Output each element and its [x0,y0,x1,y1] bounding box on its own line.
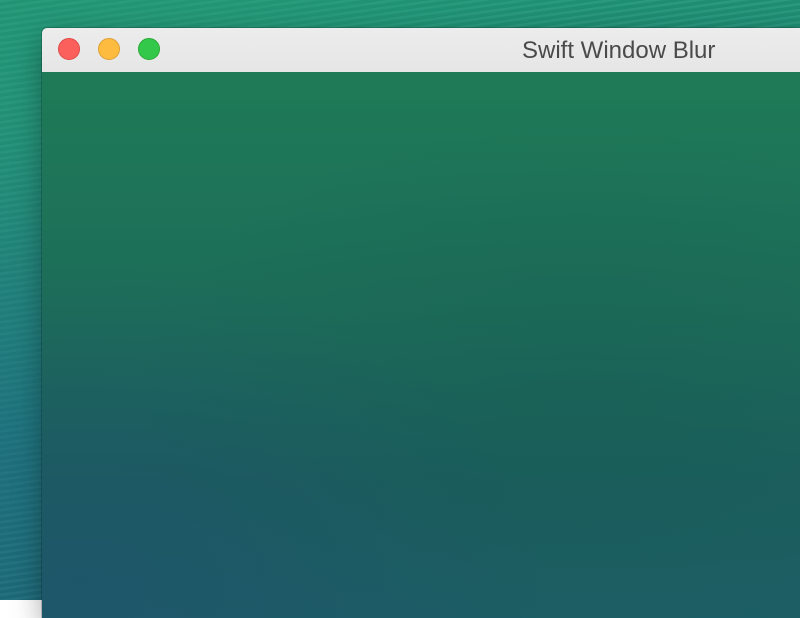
window-title: Swift Window Blur [522,37,716,64]
blurred-content-area [42,72,800,618]
window-titlebar[interactable]: Swift Window Blur [42,28,800,73]
minimize-button[interactable] [98,38,120,60]
zoom-button[interactable] [138,38,160,60]
app-window: Swift Window Blur [42,28,800,618]
close-button[interactable] [58,38,80,60]
